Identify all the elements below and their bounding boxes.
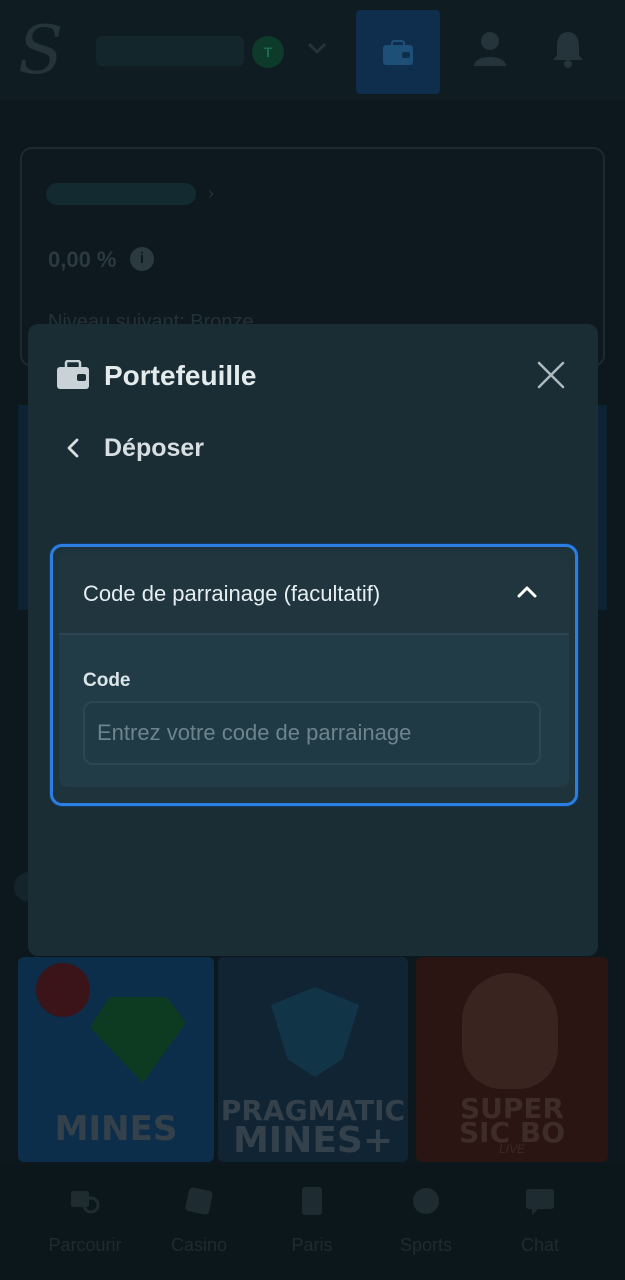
game-card-super-sic-bo[interactable]: SUPER SIC BO LIVE [416, 957, 608, 1162]
game-title: MINES+ [232, 1120, 394, 1161]
game-carousel: MINES PRAGMATIC MINES+ SUPER SIC BO LIVE [18, 957, 608, 1162]
top-bar: S T [0, 0, 625, 100]
referral-accordion-label: Code de parrainage (facultatif) [83, 581, 381, 606]
chevron-up-icon [517, 586, 537, 598]
referral-code-input[interactable] [83, 701, 541, 765]
referral-code-panel: Code de parrainage (facultatif) Code [50, 544, 578, 806]
dealer-image [462, 973, 558, 1089]
bomb-icon [36, 963, 90, 1017]
wallet-modal: Portefeuille Déposer Code de parrainage … [28, 324, 598, 956]
code-field-label: Code [83, 670, 131, 691]
back-navigation: Déposer [28, 428, 598, 468]
vip-progress-percent: 0,00 % [48, 247, 117, 272]
modal-title: Portefeuille [104, 360, 257, 391]
chat-icon [526, 1189, 554, 1215]
chevron-down-icon[interactable] [302, 34, 332, 64]
app-screen: S T › 0,00 % i Niveau suivant: Bronze MI… [0, 0, 625, 1280]
modal-header: Portefeuille [28, 324, 598, 428]
gem-icon [90, 997, 186, 1083]
gem-icon [271, 987, 359, 1077]
game-title: MINES [54, 1109, 178, 1149]
referral-accordion-body: Code [59, 635, 569, 787]
casino-icon [185, 1187, 213, 1215]
nav-item-paris[interactable]: Paris [262, 1183, 362, 1256]
chevron-left-icon[interactable] [62, 434, 86, 462]
nav-item-chat[interactable]: Chat [490, 1183, 590, 1256]
vip-rank-name [46, 183, 196, 205]
nav-label: Paris [291, 1235, 333, 1255]
section-title: Déposer [104, 434, 205, 462]
game-card-pragmatic-mines[interactable]: PRAGMATIC MINES+ [218, 957, 408, 1162]
nav-label: Casino [170, 1235, 228, 1255]
live-tag: LIVE [498, 1142, 525, 1156]
nav-item-sports[interactable]: Sports [376, 1183, 476, 1256]
referral-accordion-toggle[interactable]: Code de parrainage (facultatif) [59, 555, 569, 635]
bell-icon[interactable] [550, 28, 586, 68]
nav-label: Parcourir [48, 1235, 122, 1255]
info-icon[interactable]: i [130, 247, 154, 271]
chevron-right-icon: › [208, 183, 214, 203]
wallet-button[interactable] [356, 10, 440, 94]
nav-item-parcourir[interactable]: Parcourir [35, 1183, 135, 1256]
wallet-icon [383, 40, 413, 65]
balance-display[interactable] [96, 36, 244, 66]
browse-icon [71, 1191, 100, 1214]
bottom-nav: Parcourir Casino Paris Sports Chat [0, 1165, 625, 1280]
nav-label: Chat [520, 1235, 560, 1255]
nav-label: Sports [399, 1235, 453, 1255]
site-logo[interactable]: S [18, 16, 66, 86]
bets-icon [302, 1187, 322, 1215]
user-icon[interactable] [472, 30, 508, 68]
nav-item-casino[interactable]: Casino [149, 1183, 249, 1256]
currency-coin-icon: T [252, 36, 284, 68]
wallet-icon [57, 360, 89, 389]
sports-icon [413, 1188, 439, 1214]
game-card-mines[interactable]: MINES [18, 957, 214, 1162]
close-icon[interactable] [534, 358, 568, 392]
